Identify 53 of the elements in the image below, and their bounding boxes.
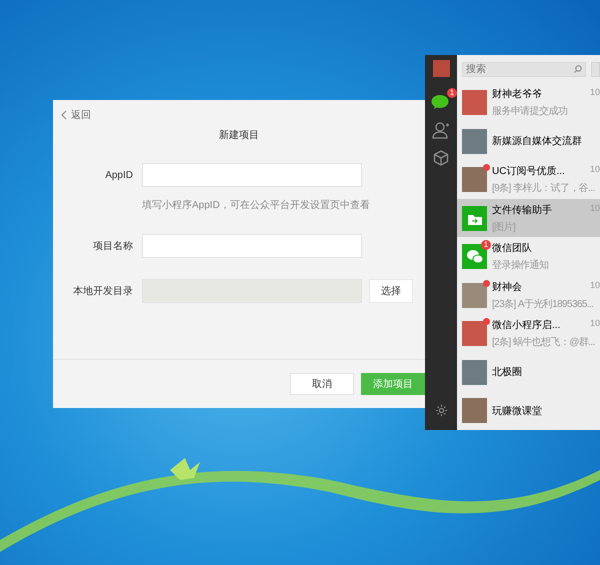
chat-name: 文件传输助手 [492,204,552,217]
message-preview: [2条] 蜗牛也想飞：@群... [492,336,595,350]
avatar-placeholder [462,360,487,385]
person-icon [432,121,450,139]
chat-item[interactable]: 财神老爷爷 10 服务申请提交成功 [457,83,600,122]
avatar-placeholder[interactable] [432,60,450,77]
chat-item[interactable]: 1 微信团队 登录操作通知 [457,237,600,276]
unread-badge: 1 [447,88,457,98]
input-field[interactable] [142,163,362,187]
chevron-left-icon [61,110,67,120]
chat-item[interactable]: 玩赚微课堂 [457,391,600,430]
chat-name: UC订阅号优质... [492,164,565,178]
avatar-placeholder [462,321,487,346]
back-link[interactable]: 返回 [61,108,91,122]
message-preview: [9条] 李梓儿：试了，谷... [492,182,595,196]
avatar-placeholder [462,282,487,308]
field-hint: 填写小程序AppID，可在公众平台开发设置页中查看 [142,198,371,212]
chat-time: 10 [590,86,600,97]
search-icon [574,65,582,74]
cancel-button[interactable]: 取消 [290,373,354,395]
search-field[interactable]: 搜索 [462,62,586,77]
chat-item[interactable]: 财神会 10 [23条] A于光利1895365... [457,276,600,314]
chat-name: 新媒源自媒体交流群 [492,134,582,148]
chat-name: 玩赚微课堂 [492,404,542,418]
chat-name: 财神会 [492,280,522,294]
field-label: 本地开发目录 [72,284,133,298]
chat-name: 北极圈 [492,366,522,380]
dialog-title: 新建项目 [218,128,260,142]
chat-time: 10 [590,318,600,328]
chat-bubble-icon [431,94,451,110]
unread-badge: 1 [481,240,491,250]
message-preview: 服务申请提交成功 [492,104,568,118]
chat-name: 微信团队 [492,242,532,256]
chat-name: 微信小程序启... [492,318,560,332]
avatar-placeholder [462,167,487,192]
settings-icon[interactable] [434,404,448,417]
input-field[interactable] [142,234,362,258]
chat-item[interactable]: 微信小程序启... 10 [2条] 蜗牛也想飞：@群... [457,314,600,353]
cube-icon [433,150,449,166]
file-transfer-icon [462,206,487,231]
field-label: 项目名称 [92,240,133,253]
avatar-placeholder [462,90,487,115]
message-preview: [23条] A于光利1895365... [492,298,594,311]
avatar-placeholder [462,128,487,154]
avatar-placeholder [462,398,487,424]
chat-item[interactable]: 新媒源自媒体交流群 [457,122,600,160]
chat-time: 10 [590,280,600,290]
chat-name: 财神老爷爷 [492,88,542,101]
message-preview: 登录操作通知 [492,258,548,272]
chat-item[interactable]: 北极圈 [457,352,600,392]
field-label: AppID [104,170,133,180]
chat-item[interactable]: UC订阅号优质... 10 [9条] 李梓儿：试了，谷... [457,160,600,199]
chat-time: 10 [590,164,600,174]
